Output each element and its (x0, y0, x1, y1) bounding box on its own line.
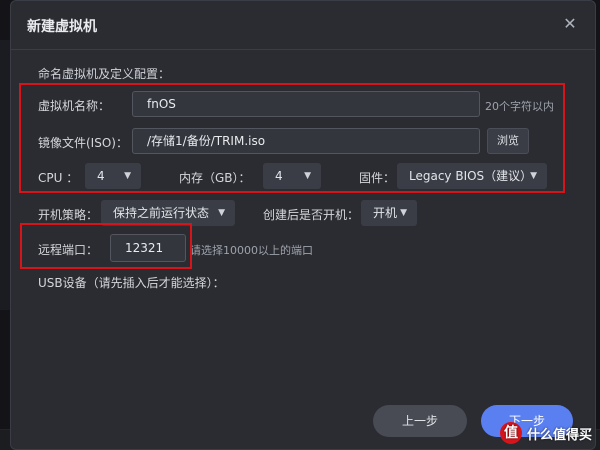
chevron-down-icon: ▼ (530, 171, 537, 181)
chevron-down-icon: ▼ (124, 171, 131, 181)
chevron-down-icon: ▼ (218, 208, 225, 218)
memory-label: 内存（GB）： (179, 171, 251, 185)
vm-name-label: 虚拟机名称： (38, 99, 111, 113)
vm-name-hint: 20个字符以内 (485, 100, 554, 113)
power-policy-select[interactable]: 保持之前运行状态 ▼ (101, 200, 235, 226)
cpu-select[interactable]: 4 ▼ (85, 163, 141, 189)
remote-port-input[interactable]: 12321 (110, 234, 186, 262)
watermark: 值 什么值得买 (499, 422, 592, 444)
remote-port-hint: 请选择10000以上的端口 (190, 244, 313, 257)
usb-label: USB设备（请先插入后才能选择）： (38, 276, 225, 290)
start-after-create-value: 开机 (373, 206, 398, 220)
power-policy-value: 保持之前运行状态 (113, 206, 210, 220)
firmware-label: 固件： (359, 171, 396, 185)
power-policy-label: 开机策略： (38, 208, 99, 222)
iso-path-input[interactable]: /存储1/备份/TRIM.iso (132, 128, 480, 154)
remote-port-label: 远程端口： (38, 243, 99, 257)
vm-name-input[interactable]: fnOS (132, 91, 480, 117)
iso-label: 镜像文件(ISO)： (38, 136, 128, 150)
close-icon[interactable]: ✕ (561, 15, 579, 33)
cpu-label: CPU ： (38, 171, 79, 185)
start-after-create-label: 创建后是否开机： (263, 208, 360, 222)
section-title: 命名虚拟机及定义配置： (38, 67, 171, 81)
watermark-logo: 值 (499, 422, 522, 444)
chevron-down-icon: ▼ (304, 171, 311, 181)
memory-select[interactable]: 4 ▼ (263, 163, 321, 189)
start-after-create-select[interactable]: 开机 ▼ (361, 200, 417, 226)
prev-button[interactable]: 上一步 (373, 405, 467, 437)
watermark-text: 什么值得买 (526, 427, 592, 443)
new-vm-dialog: 新建虚拟机 ✕ 命名虚拟机及定义配置： 虚拟机名称： fnOS 20个字符以内 … (10, 0, 596, 450)
cpu-value: 4 (97, 169, 105, 183)
chevron-down-icon: ▼ (400, 208, 407, 218)
dialog-header: 新建虚拟机 ✕ (11, 1, 595, 50)
dialog-title: 新建虚拟机 (27, 19, 97, 35)
memory-value: 4 (275, 169, 283, 183)
browse-button[interactable]: 浏览 (487, 128, 529, 154)
firmware-value: Legacy BIOS（建议） (409, 169, 533, 183)
firmware-select[interactable]: Legacy BIOS（建议） ▼ (397, 163, 547, 189)
